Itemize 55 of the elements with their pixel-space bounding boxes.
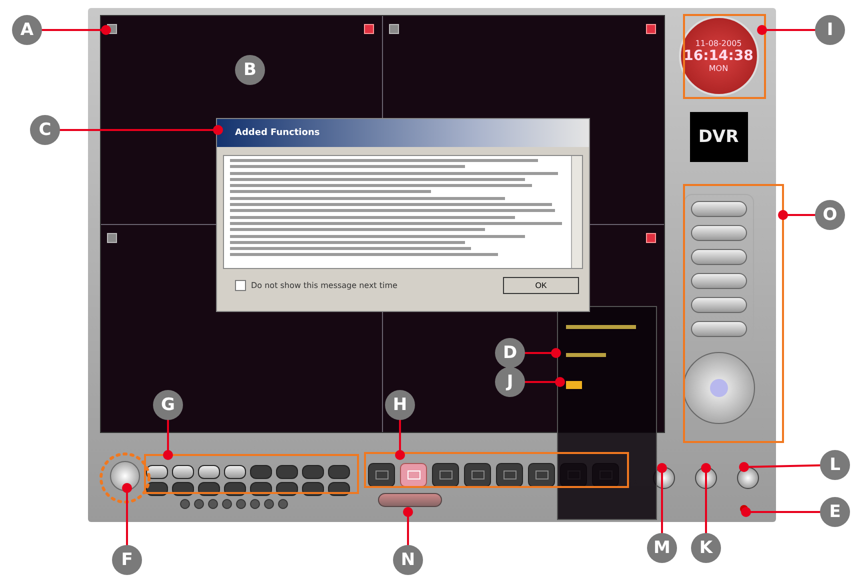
alarm-icon [364,24,374,34]
grid-icon [438,470,452,480]
camera-status-icon [107,232,117,242]
menu-button[interactable] [690,297,746,313]
highlight-ring [100,452,150,504]
channel-button[interactable] [250,465,272,479]
channel-button[interactable] [172,465,194,479]
channel-button[interactable] [328,465,350,479]
grid-icon [470,470,484,480]
round-knob-button[interactable] [110,461,140,491]
callout-badge: C [30,115,60,145]
callout-badge: I [815,15,845,45]
tag-icon [566,381,582,389]
clock-date: 11-08-2005 [695,39,742,48]
channel-button[interactable] [198,465,220,479]
grid-icon [406,470,420,480]
callout-badge: K [691,533,721,563]
scrollbar[interactable] [571,156,582,268]
alarm-icon [646,24,656,34]
menu-button[interactable] [690,225,746,241]
illegible-text-drawing [566,325,636,329]
channel-button[interactable] [302,465,324,479]
callout-badge: M [647,533,677,563]
menu-button[interactable] [690,249,746,265]
grid-icon [502,470,516,480]
grid-icon [534,470,548,480]
channel-button[interactable] [224,465,246,479]
layout-button[interactable] [432,463,459,487]
ok-button[interactable]: OK [503,277,579,294]
menu-button[interactable] [690,273,746,289]
dvr-logo: DVR [690,112,748,162]
callout-badge: N [393,545,423,575]
grid-icon [374,470,388,480]
layout-button[interactable] [368,463,395,487]
illegible-text-drawing [566,353,606,357]
menu-button[interactable] [690,321,746,337]
layout-button[interactable] [400,463,427,487]
menu-button[interactable] [690,201,746,217]
channel-button[interactable] [276,465,298,479]
callout-badge: F [112,545,142,575]
layout-button[interactable] [496,463,523,487]
channel-button[interactable] [146,465,168,479]
callout-badge: A [12,15,42,45]
clock-time: 16:14:38 [684,48,754,64]
checkbox[interactable]: Do not show this message next time [235,280,398,291]
pill-button[interactable] [378,493,442,507]
alarm-icon [646,232,656,242]
dialog-title: Added Functions [217,119,589,147]
camera-status-icon [389,24,399,34]
clock-day: MON [708,64,728,73]
callout-badge: O [815,200,845,230]
layout-button[interactable] [464,463,491,487]
callout-badge: E [820,497,850,527]
layout-button[interactable] [528,463,555,487]
callout-badge: L [820,450,850,480]
